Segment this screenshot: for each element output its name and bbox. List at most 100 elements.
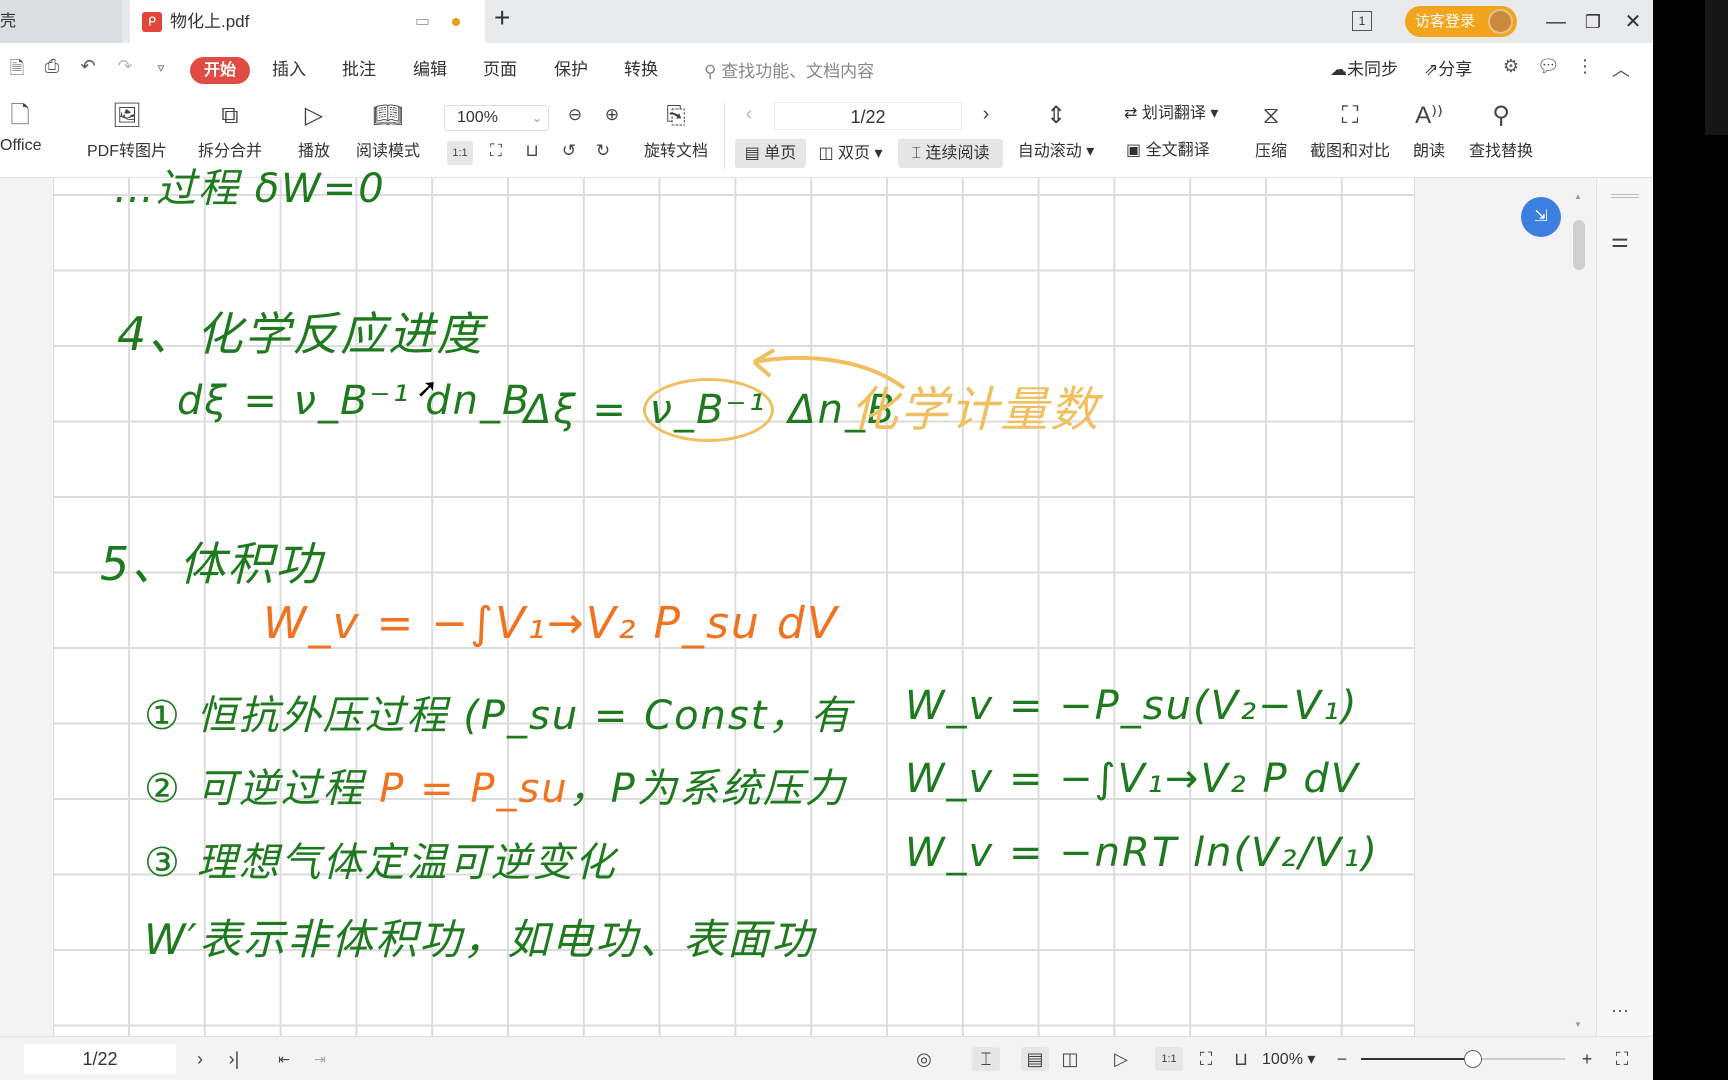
vertical-scrollbar[interactable]: ▲ ▼ (1570, 178, 1587, 1036)
more-vertical-icon[interactable]: ⋮ (1574, 56, 1596, 77)
play-icon: ▷ (304, 102, 324, 129)
fit-page-icon[interactable]: ⛶ (1192, 1047, 1220, 1071)
arrow-head-icon (752, 348, 776, 378)
divider (724, 103, 725, 169)
scroll-up-icon[interactable]: ▲ (1574, 192, 1582, 201)
scrollbar-thumb[interactable] (1573, 220, 1585, 270)
pdf-file-icon: ᑭ (142, 12, 162, 32)
tab-home[interactable]: 壳 (0, 0, 122, 43)
continuous-view-icon[interactable]: ⌶ (972, 1047, 1000, 1071)
pdf-to-image-button[interactable]: 🖼︎ PDF转图片 (82, 101, 172, 161)
word-translate-button[interactable]: ⇄ 划词翻译 ▾ (1124, 103, 1218, 125)
next-page-icon[interactable]: › (973, 103, 999, 126)
mouse-cursor-icon: ➚ (416, 373, 438, 403)
zoom-dropdown[interactable]: 100% ▾ (1262, 1049, 1315, 1069)
double-page-view-icon[interactable]: ◫ (1056, 1047, 1084, 1071)
filter-settings-icon[interactable]: ⚌ (1611, 228, 1629, 253)
new-tab-button[interactable]: + (494, 2, 510, 34)
section-5-title: 5、体积功 (100, 537, 324, 591)
single-page-icon: ▤ (744, 145, 765, 162)
rotate-left-icon[interactable]: ↺ (556, 141, 582, 161)
auto-scroll-button[interactable]: ⇕ 自动滚动 ▾ (1016, 101, 1096, 161)
monitor-icon[interactable]: ▭ (415, 0, 430, 43)
quick-access-dropdown-icon[interactable]: ▿ (150, 60, 172, 76)
continuous-read-button[interactable]: ⌶ 连续阅读 (898, 139, 1003, 168)
tab-document[interactable]: ᑭ 物化上.pdf ▭ (130, 0, 485, 43)
menu-start[interactable]: 开始 (190, 57, 250, 84)
full-translate-button[interactable]: ▣ 全文翻译 (1126, 140, 1210, 162)
back-icon[interactable]: ⇤ (270, 1047, 298, 1071)
background-strip (1705, 0, 1728, 135)
read-aloud-icon: A⁾⁾ (1415, 102, 1443, 129)
print-icon[interactable]: ⎙ (41, 56, 63, 77)
screenshot-icon: ⛶ (1341, 102, 1359, 129)
single-page-view-icon[interactable]: ▤ (1021, 1047, 1049, 1071)
scroll-down-icon[interactable]: ▼ (1574, 1020, 1582, 1029)
equation-dxi: dξ = ν_B⁻¹ dn_B (177, 378, 532, 424)
status-bar: 1/22 › ›| ⇤ ⇥ ◎ ⌶ ▤ ◫ ▷ 1:1 ⛶ ⊔ 100% ▾ −… (0, 1036, 1653, 1080)
actual-size-icon[interactable]: 1:1 (1155, 1047, 1183, 1071)
zoom-slider-knob[interactable] (1464, 1050, 1483, 1068)
last-page-icon[interactable]: ›| (220, 1047, 248, 1071)
word-icon: 🗋 (10, 102, 30, 129)
restore-icon[interactable]: ❐ (1579, 8, 1607, 36)
minimize-icon[interactable]: — (1542, 8, 1570, 36)
menu-protect[interactable]: 保护 (554, 57, 588, 83)
undo-icon[interactable]: ↶ (77, 56, 99, 77)
compress-icon: ⧖ (1262, 102, 1280, 129)
zoom-in-icon[interactable]: ⊕ (599, 105, 625, 125)
fit-width-icon[interactable]: ⊔ (519, 141, 545, 161)
zoom-select[interactable]: 100% ⌄ (444, 105, 549, 131)
fit-page-icon[interactable]: ⛶ (483, 141, 509, 161)
zoom-in-button[interactable]: + (1573, 1047, 1601, 1071)
close-icon[interactable]: ✕ (1619, 8, 1647, 36)
play-icon[interactable]: ▷ (1107, 1047, 1135, 1071)
settings-gear-icon[interactable]: ⚙ (1500, 56, 1522, 77)
redo-icon[interactable]: ↷ (114, 56, 136, 77)
tab-title: 物化上.pdf (170, 12, 250, 31)
search-icon: ⚲ (1492, 102, 1510, 129)
zoom-slider[interactable] (1361, 1050, 1565, 1068)
window-count-icon[interactable]: 1 (1352, 11, 1372, 31)
zoom-out-icon[interactable]: ⊖ (562, 105, 588, 125)
search-placeholder: 查找功能、文档内容 (721, 62, 875, 81)
share-button[interactable]: ⇗分享 (1424, 57, 1472, 83)
fit-width-icon[interactable]: ⊔ (1227, 1047, 1255, 1071)
menu-convert[interactable]: 转换 (624, 57, 658, 83)
double-page-button[interactable]: ◫ 双页 ▾ (813, 139, 888, 168)
rotate-document-button[interactable]: ⎘ 旋转文档 (636, 101, 716, 161)
menu-page[interactable]: 页面 (483, 57, 517, 83)
save-icon[interactable]: 🗎 (6, 56, 28, 86)
split-merge-button[interactable]: ⧉ 拆分合并 (188, 101, 272, 161)
eye-protection-icon[interactable]: ◎ (910, 1047, 938, 1071)
fullscreen-icon[interactable]: ⛶ (1608, 1047, 1636, 1071)
menu-edit[interactable]: 编辑 (413, 57, 447, 83)
next-page-icon[interactable]: › (186, 1047, 214, 1071)
compress-button[interactable]: ⧖ 压缩 (1251, 101, 1291, 161)
pdf-to-word-float-button[interactable]: ⇲ (1521, 197, 1561, 237)
guest-login-button[interactable]: 访客登录 (1405, 6, 1517, 37)
search-box[interactable]: ⚲ 查找功能、文档内容 (704, 57, 874, 82)
menu-annotate[interactable]: 批注 (342, 57, 376, 83)
share-icon: ⇗ (1424, 60, 1439, 79)
screenshot-compare-button[interactable]: ⛶ 截图和对比 (1305, 101, 1395, 161)
page-input[interactable]: 1/22 (24, 1044, 176, 1074)
read-aloud-button[interactable]: A⁾⁾ 朗读 (1409, 101, 1449, 161)
pdf-to-office-button[interactable]: 🗋 Office (0, 101, 42, 155)
rotate-right-icon[interactable]: ↻ (590, 141, 616, 161)
menu-insert[interactable]: 插入 (272, 57, 306, 83)
actual-size-icon[interactable]: 1:1 (447, 141, 473, 165)
forward-icon[interactable]: ⇥ (306, 1047, 334, 1071)
previous-page-icon[interactable]: ‹ (736, 103, 762, 126)
more-horizontal-icon[interactable]: ··· (1611, 1000, 1629, 1021)
collapse-ribbon-icon[interactable]: ︿ (1610, 56, 1632, 82)
panel-handle-icon[interactable] (1611, 194, 1639, 198)
play-button[interactable]: ▷ 播放 (294, 101, 334, 161)
single-page-button[interactable]: ▤ 单页 (735, 139, 806, 168)
read-mode-button[interactable]: 📖︎ 阅读模式 (352, 101, 424, 161)
sync-button[interactable]: ☁未同步 (1330, 57, 1398, 83)
find-replace-button[interactable]: ⚲ 查找替换 (1466, 101, 1536, 161)
comment-icon[interactable]: 💬︎ (1537, 56, 1560, 77)
page-number-input[interactable]: 1/22 (774, 102, 962, 130)
zoom-out-button[interactable]: − (1328, 1047, 1356, 1071)
